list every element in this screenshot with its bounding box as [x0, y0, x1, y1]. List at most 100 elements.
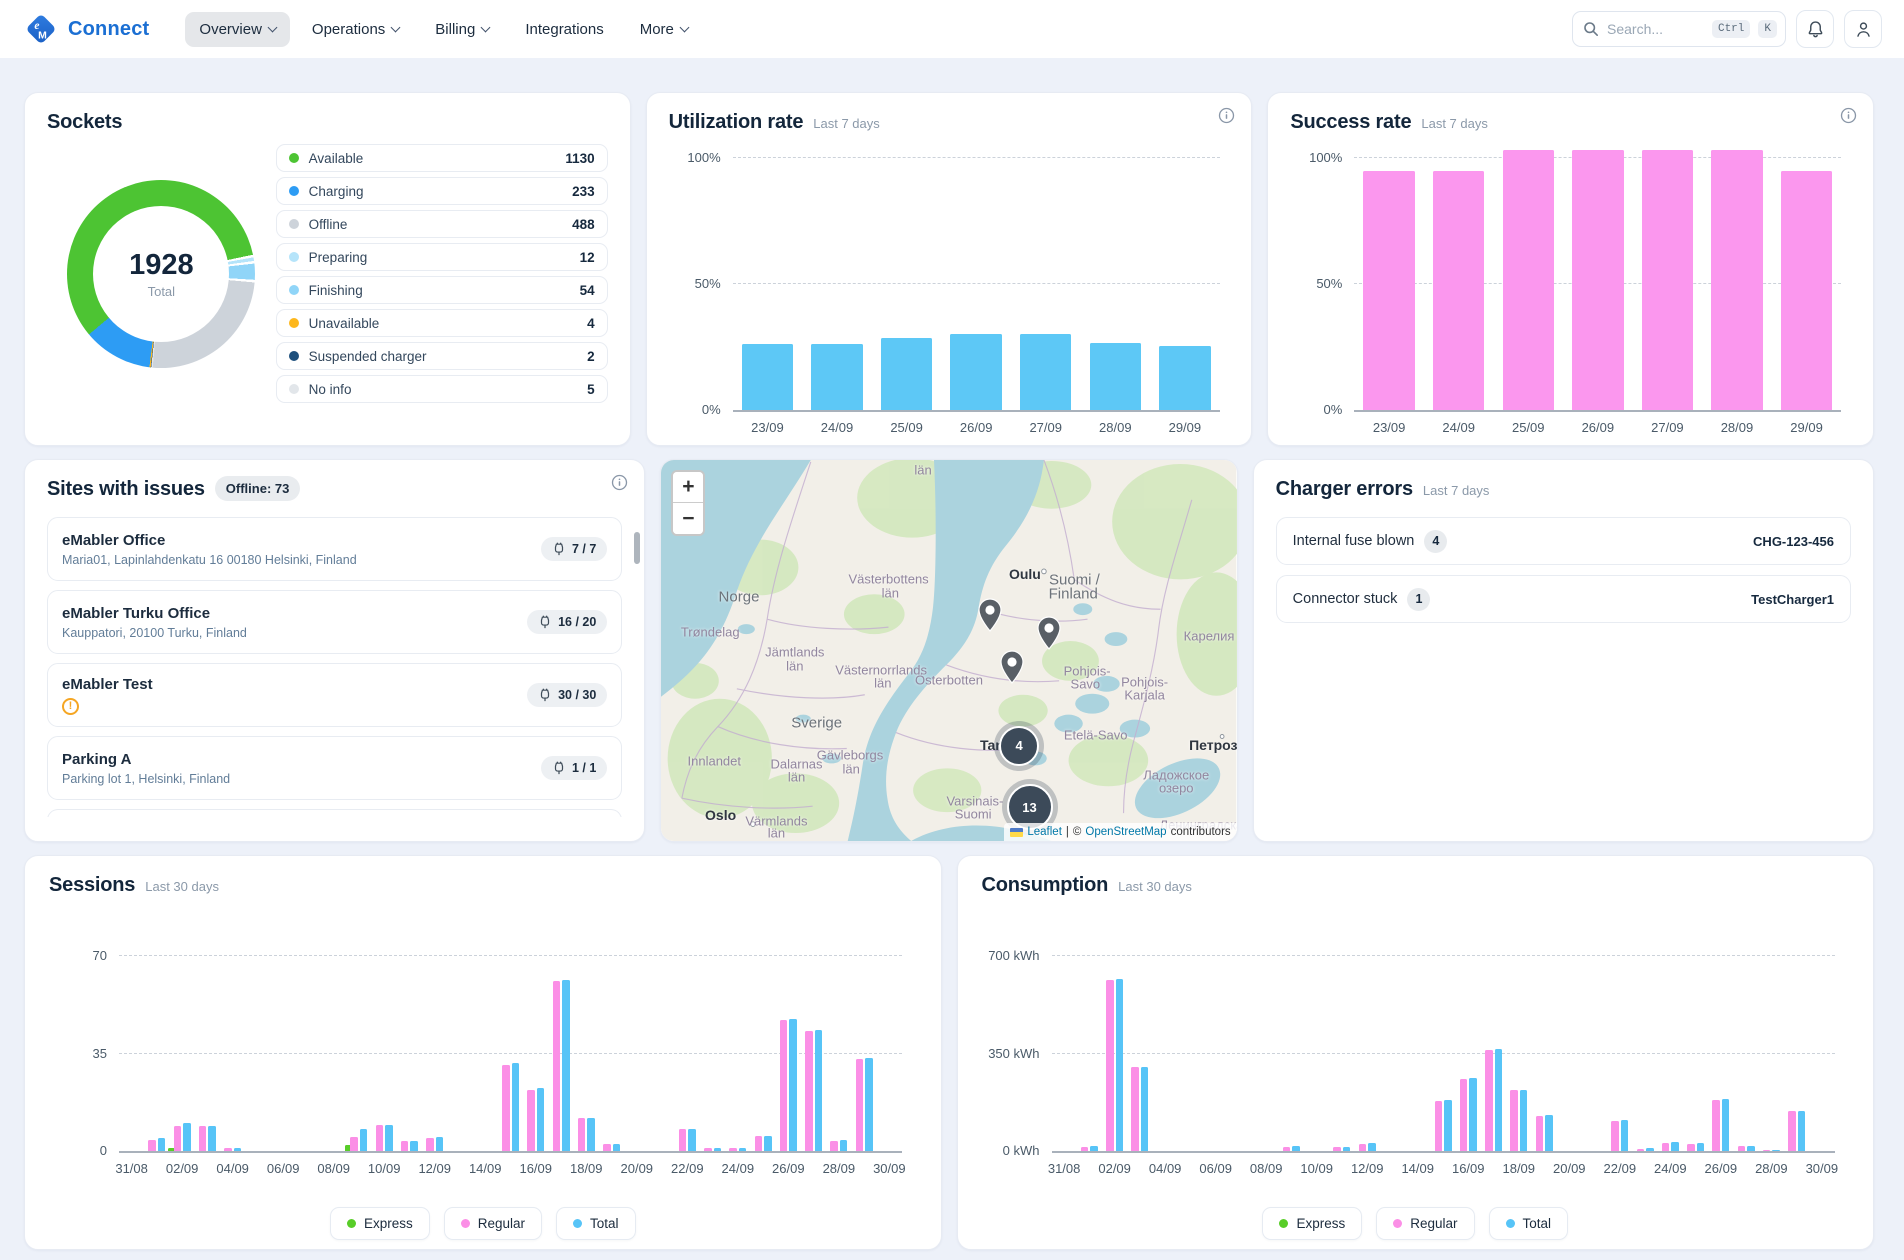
- search-input[interactable]: [1607, 21, 1704, 37]
- bar-regular: [1460, 1079, 1468, 1151]
- info-icon[interactable]: [1840, 107, 1857, 129]
- charger-errors-card: Charger errors Last 7 days Internal fuse…: [1253, 459, 1874, 842]
- bar-total: [789, 1019, 797, 1151]
- success-rate-chart[interactable]: 0%50%100%23/0924/0925/0926/0927/0928/092…: [1290, 140, 1851, 440]
- x-tick-label: 27/09: [1637, 420, 1697, 435]
- nav-item-label: More: [640, 21, 674, 38]
- bar-regular: [1485, 1050, 1493, 1151]
- bar-value: [1090, 343, 1141, 410]
- nav-item-billing[interactable]: Billing: [421, 12, 503, 47]
- site-list-item-partial[interactable]: [47, 809, 622, 817]
- status-label: Suspended charger: [309, 349, 577, 364]
- x-axis-line: [1354, 410, 1841, 412]
- legend-label: Express: [364, 1216, 413, 1231]
- legend-toggle-total[interactable]: Total: [556, 1207, 636, 1240]
- sessions-title: Sessions: [49, 874, 135, 897]
- info-icon[interactable]: [611, 474, 628, 496]
- bar-regular: [224, 1148, 232, 1151]
- status-color-dot: [289, 351, 299, 361]
- shortcut-key-ctrl: Ctrl: [1712, 20, 1750, 38]
- site-list-item[interactable]: Parking AParking lot 1, Helsinki, Finlan…: [47, 736, 622, 800]
- bar-regular: [1763, 1150, 1771, 1151]
- bar-value: [811, 344, 862, 410]
- bar-regular: [578, 1118, 586, 1151]
- donut-center: 1928 Total: [93, 206, 229, 342]
- leaflet-link[interactable]: Leaflet: [1027, 826, 1062, 838]
- utilization-card: Utilization rate Last 7 days 0%50%100%23…: [646, 92, 1253, 446]
- x-tick-label: 29/09: [1777, 420, 1837, 435]
- sessions-chart[interactable]: 0357031/0802/0904/0906/0908/0910/0912/09…: [49, 923, 917, 1185]
- sockets-legend: Available1130Charging233Offline488Prepar…: [276, 144, 608, 403]
- bar-total: [1646, 1148, 1654, 1151]
- site-list-item[interactable]: eMabler Turku OfficeKauppatori, 20100 Tu…: [47, 590, 622, 654]
- status-count: 5: [587, 382, 595, 397]
- map-pin-marker[interactable]: [978, 598, 1003, 637]
- notifications-button[interactable]: [1796, 10, 1834, 48]
- site-address: Maria01, Lapinlahdenkatu 16 00180 Helsin…: [62, 553, 541, 567]
- legend-color-dot: [1393, 1219, 1402, 1228]
- account-button[interactable]: [1844, 10, 1882, 48]
- legend-toggle-total[interactable]: Total: [1489, 1207, 1569, 1240]
- bar-regular: [1611, 1121, 1619, 1151]
- zoom-out-button[interactable]: −: [673, 503, 703, 534]
- gridline: [733, 283, 1220, 284]
- bar-regular: [1081, 1147, 1089, 1151]
- zoom-in-button[interactable]: +: [673, 472, 703, 503]
- brand[interactable]: e M Connect: [22, 10, 149, 48]
- socket-status-row: Finishing54: [276, 276, 608, 304]
- x-tick-label: 25/09: [877, 420, 937, 435]
- bar-total: [1141, 1067, 1149, 1151]
- brand-name: Connect: [68, 18, 149, 41]
- error-count-badge: 1: [1407, 588, 1430, 611]
- user-icon: [1854, 20, 1873, 39]
- bar-regular: [1106, 980, 1114, 1151]
- scrollbar-thumb[interactable]: [634, 532, 640, 564]
- legend-toggle-regular[interactable]: Regular: [1376, 1207, 1474, 1240]
- charger-error-row[interactable]: Connector stuck1TestCharger1: [1276, 575, 1851, 623]
- y-tick-label: 50%: [669, 276, 721, 291]
- gridline: [1052, 1053, 1835, 1054]
- map-pin-marker[interactable]: [1037, 616, 1062, 655]
- x-tick-label: 28/09: [1707, 420, 1767, 435]
- bar-total: [865, 1058, 873, 1151]
- site-address: Kauppatori, 20100 Turku, Finland: [62, 626, 527, 640]
- warning-icon: !: [62, 698, 79, 715]
- bell-icon: [1806, 20, 1825, 39]
- nav-item-operations[interactable]: Operations: [298, 12, 413, 47]
- x-tick-label: 29/09: [1155, 420, 1215, 435]
- sites-title: Sites with issues: [47, 478, 205, 501]
- site-info: Parking AParking lot 1, Helsinki, Finlan…: [62, 751, 541, 786]
- map-pin-marker[interactable]: [1000, 650, 1025, 689]
- ukraine-flag-icon: [1010, 828, 1023, 837]
- info-icon[interactable]: [1218, 107, 1235, 129]
- main-nav: OverviewOperations Billing Integrations Mor…: [185, 12, 702, 47]
- bar-regular: [780, 1020, 788, 1151]
- x-tick-label: 26/09: [946, 420, 1006, 435]
- map[interactable]: [661, 460, 1236, 841]
- sockets-donut-chart[interactable]: 1928 Total: [67, 180, 255, 368]
- osm-link[interactable]: OpenStreetMap: [1085, 826, 1166, 838]
- nav-item-more[interactable]: More: [626, 12, 702, 47]
- legend-toggle-express[interactable]: Express: [1262, 1207, 1362, 1240]
- utilization-chart[interactable]: 0%50%100%23/0924/0925/0926/0927/0928/092…: [669, 140, 1230, 440]
- bar-total: [840, 1140, 848, 1151]
- legend-toggle-express[interactable]: Express: [330, 1207, 430, 1240]
- status-color-dot: [289, 186, 299, 196]
- cluster-marker[interactable]: 4: [994, 721, 1044, 771]
- consumption-chart[interactable]: 0 kWh350 kWh700 kWh31/0802/0904/0906/090…: [982, 923, 1850, 1185]
- consumption-title: Consumption: [982, 874, 1109, 897]
- charger-error-row[interactable]: Internal fuse blown4CHG-123-456: [1276, 517, 1851, 565]
- consumption-card: Consumption Last 30 days 0 kWh350 kWh700…: [957, 855, 1875, 1250]
- site-list-item[interactable]: eMabler Test!30 / 30: [47, 663, 622, 727]
- site-list-item[interactable]: eMabler OfficeMaria01, Lapinlahdenkatu 1…: [47, 517, 622, 581]
- chevron-down-icon: [679, 23, 689, 33]
- map-attribution: Leaflet | © OpenStreetMap contributors: [1004, 823, 1236, 841]
- nav-item-overview[interactable]: Overview: [185, 12, 290, 47]
- search-box[interactable]: Ctrl K: [1572, 11, 1786, 47]
- bar-regular: [1637, 1149, 1645, 1151]
- consumption-subtitle: Last 30 days: [1118, 879, 1192, 894]
- legend-toggle-regular[interactable]: Regular: [444, 1207, 542, 1240]
- y-tick-label: 700 kWh: [982, 948, 1040, 963]
- nav-item-label: Billing: [435, 21, 475, 38]
- nav-item-integrations[interactable]: Integrations: [511, 12, 617, 47]
